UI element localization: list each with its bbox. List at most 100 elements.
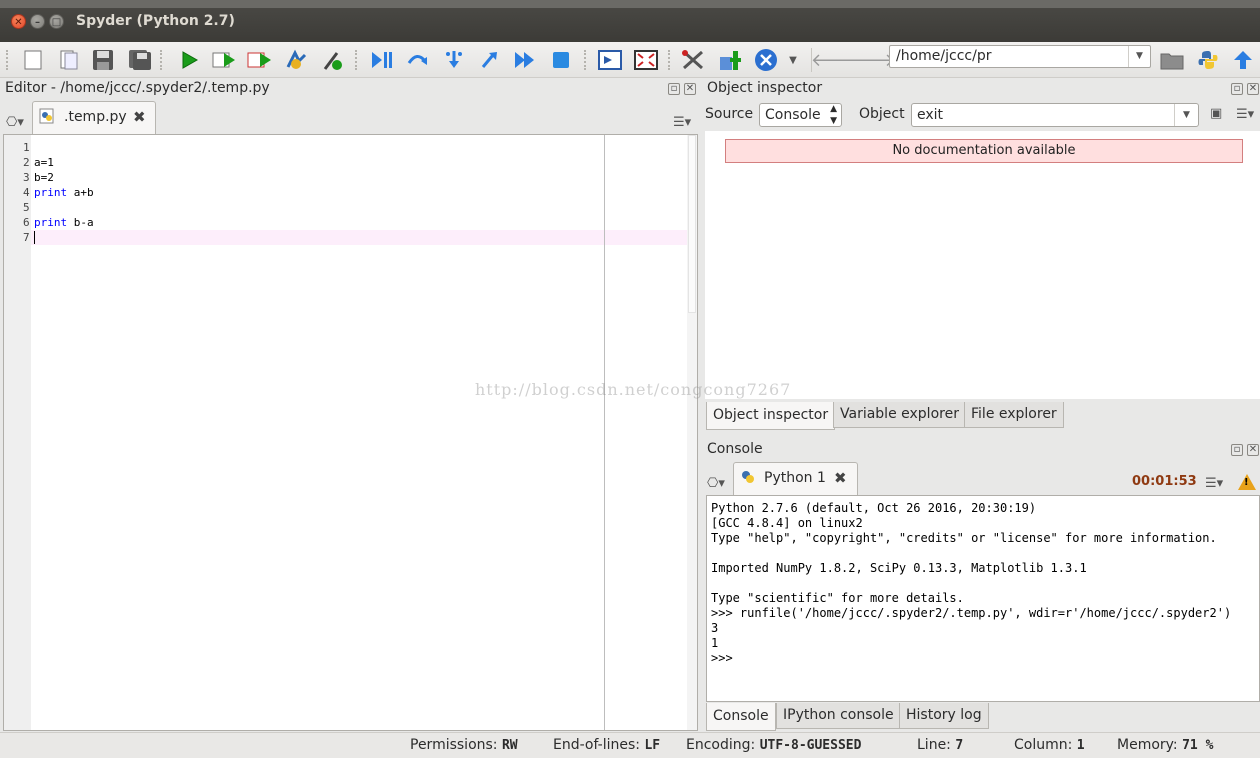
open-file-icon[interactable] <box>56 47 82 73</box>
status-bar: Permissions: RW End-of-lines: LF Encodin… <box>0 732 1260 758</box>
close-pane-icon[interactable]: ✕ <box>1247 83 1259 95</box>
step-return-icon[interactable] <box>476 47 502 73</box>
tab-label: Python 1 <box>764 470 826 486</box>
warning-icon[interactable]: ! <box>1238 474 1256 490</box>
toolbar-grip[interactable] <box>6 50 9 70</box>
window-minimize-button[interactable]: – <box>30 14 45 29</box>
options-menu-icon[interactable]: ☰▾ <box>1205 476 1223 491</box>
python-file-icon <box>39 108 55 128</box>
window-close-button[interactable]: ✕ <box>11 14 26 29</box>
object-label: Object <box>859 106 905 122</box>
save-icon[interactable] <box>90 47 116 73</box>
title-bar: ✕ – □ Spyder (Python 2.7) <box>0 0 1260 42</box>
up-arrow-icon[interactable] <box>1230 47 1256 73</box>
tools-icon[interactable] <box>680 47 706 73</box>
debug-step-icon[interactable] <box>369 47 395 73</box>
chevron-down-icon[interactable]: ▼ <box>1174 104 1198 126</box>
no-documentation-message: No documentation available <box>725 139 1243 163</box>
configure-icon[interactable] <box>320 47 346 73</box>
window-title: Spyder (Python 2.7) <box>76 13 235 29</box>
fullscreen-icon[interactable] <box>633 47 659 73</box>
scrollbar-thumb[interactable] <box>688 135 696 313</box>
line-number: 2 <box>23 156 30 169</box>
code-line: print a+b <box>34 186 94 199</box>
current-line-highlight <box>31 230 687 245</box>
toolbar-grip[interactable] <box>355 50 358 70</box>
step-into-icon[interactable] <box>441 47 467 73</box>
python-icon <box>740 469 756 489</box>
browse-tabs-icon[interactable]: ⎔▾ <box>707 476 725 491</box>
toolbar-grip[interactable] <box>160 50 163 70</box>
tab-ipython-console[interactable]: IPython console <box>776 703 901 729</box>
pane-splitter[interactable] <box>699 78 703 731</box>
keyword: print <box>34 186 68 199</box>
chevron-down-icon[interactable]: ▼ <box>1128 46 1150 67</box>
tab-console[interactable]: Console <box>706 703 776 731</box>
continue-icon[interactable] <box>512 47 538 73</box>
status-encoding: Encoding: UTF-8-GUESSED <box>686 737 862 753</box>
status-permissions: Permissions: RW <box>410 737 518 753</box>
browse-tabs-icon[interactable]: ⎔▾ <box>6 115 24 130</box>
save-all-icon[interactable] <box>127 47 153 73</box>
editor-pane-title: Editor - /home/jccc/.spyder2/.temp.py <box>5 80 270 96</box>
close-tab-icon[interactable]: ✖ <box>133 108 146 126</box>
run-selection-icon[interactable] <box>211 47 237 73</box>
console-line: Python 2.7.6 (default, Oct 26 2016, 20:3… <box>711 501 1037 515</box>
step-over-icon[interactable] <box>404 47 430 73</box>
working-directory-input[interactable]: /home/jccc/pr ▼ <box>889 45 1151 68</box>
undock-icon[interactable]: ▫ <box>1231 444 1243 456</box>
tab-variable-explorer[interactable]: Variable explorer <box>833 402 966 428</box>
console-line: Imported NumPy 1.8.2, SciPy 0.13.3, Matp… <box>711 561 1087 575</box>
console-pane-title: Console <box>707 441 763 457</box>
undock-icon[interactable]: ▫ <box>668 83 680 95</box>
source-label: Source <box>705 106 754 122</box>
tab-object-inspector[interactable]: Object inspector <box>706 402 836 430</box>
title-bar-edge <box>0 0 1260 8</box>
window-maximize-button[interactable]: □ <box>49 14 64 29</box>
status-end-of-lines: End-of-lines: LF <box>553 737 661 753</box>
browse-folder-icon[interactable] <box>1159 47 1185 73</box>
close-pane-icon[interactable]: ✕ <box>1247 444 1259 456</box>
toolbar-grip[interactable] <box>584 50 587 70</box>
editor-scrollbar[interactable] <box>687 135 697 730</box>
stop-icon[interactable] <box>548 47 574 73</box>
code-line: b=2 <box>34 171 54 184</box>
maximize-pane-icon[interactable] <box>597 47 623 73</box>
python-icon[interactable] <box>1195 47 1221 73</box>
close-tab-icon[interactable]: ✖ <box>834 469 847 487</box>
source-select[interactable]: Console ▲ ▼ <box>759 103 842 127</box>
tab-python-1[interactable]: Python 1 ✖ <box>733 462 858 495</box>
toolbar-grip[interactable] <box>668 50 671 70</box>
options-menu-icon[interactable]: ☰▾ <box>673 115 691 130</box>
lock-icon[interactable]: ▣ <box>1210 106 1222 121</box>
working-directory-value: /home/jccc/pr <box>896 48 992 64</box>
console-line: 3 <box>711 621 719 635</box>
object-input[interactable]: exit ▼ <box>911 103 1199 127</box>
close-icon[interactable] <box>753 47 779 73</box>
new-file-icon[interactable] <box>20 47 46 73</box>
tab-history-log[interactable]: History log <box>899 703 989 729</box>
line-number: 3 <box>23 171 30 184</box>
console-output[interactable]: Python 2.7.6 (default, Oct 26 2016, 20:3… <box>706 495 1260 702</box>
forward-arrow-icon[interactable]: 🡒 <box>847 47 895 73</box>
python-path-icon[interactable] <box>717 47 743 73</box>
console-line: 1 <box>711 636 719 650</box>
watermark: http://blog.csdn.net/congcong7267 <box>475 380 792 399</box>
tab-file-explorer[interactable]: File explorer <box>964 402 1064 428</box>
debug-icon[interactable] <box>284 47 310 73</box>
code-editor[interactable]: 1 2 3 4 5 6 7 a=1 b=2 print a+b print b-… <box>3 134 698 731</box>
source-select-value: Console <box>765 107 821 123</box>
close-pane-icon[interactable]: ✕ <box>684 83 696 95</box>
chevron-down-icon[interactable]: ▼ <box>785 47 801 73</box>
undock-icon[interactable]: ▫ <box>1231 83 1243 95</box>
spin-arrows-icon: ▲ ▼ <box>830 104 837 126</box>
back-arrow-icon[interactable]: 🡐 <box>811 47 859 73</box>
object-inspector-title: Object inspector <box>707 80 823 96</box>
run-config-icon[interactable] <box>247 47 273 73</box>
console-line: Type "help", "copyright", "credits" or "… <box>711 531 1217 545</box>
options-menu-icon[interactable]: ☰▾ <box>1236 107 1254 122</box>
tab-temp-py[interactable]: .temp.py ✖ <box>32 101 156 134</box>
run-icon[interactable] <box>176 47 202 73</box>
elapsed-time: 00:01:53 <box>1132 474 1197 489</box>
text-cursor <box>34 231 35 244</box>
